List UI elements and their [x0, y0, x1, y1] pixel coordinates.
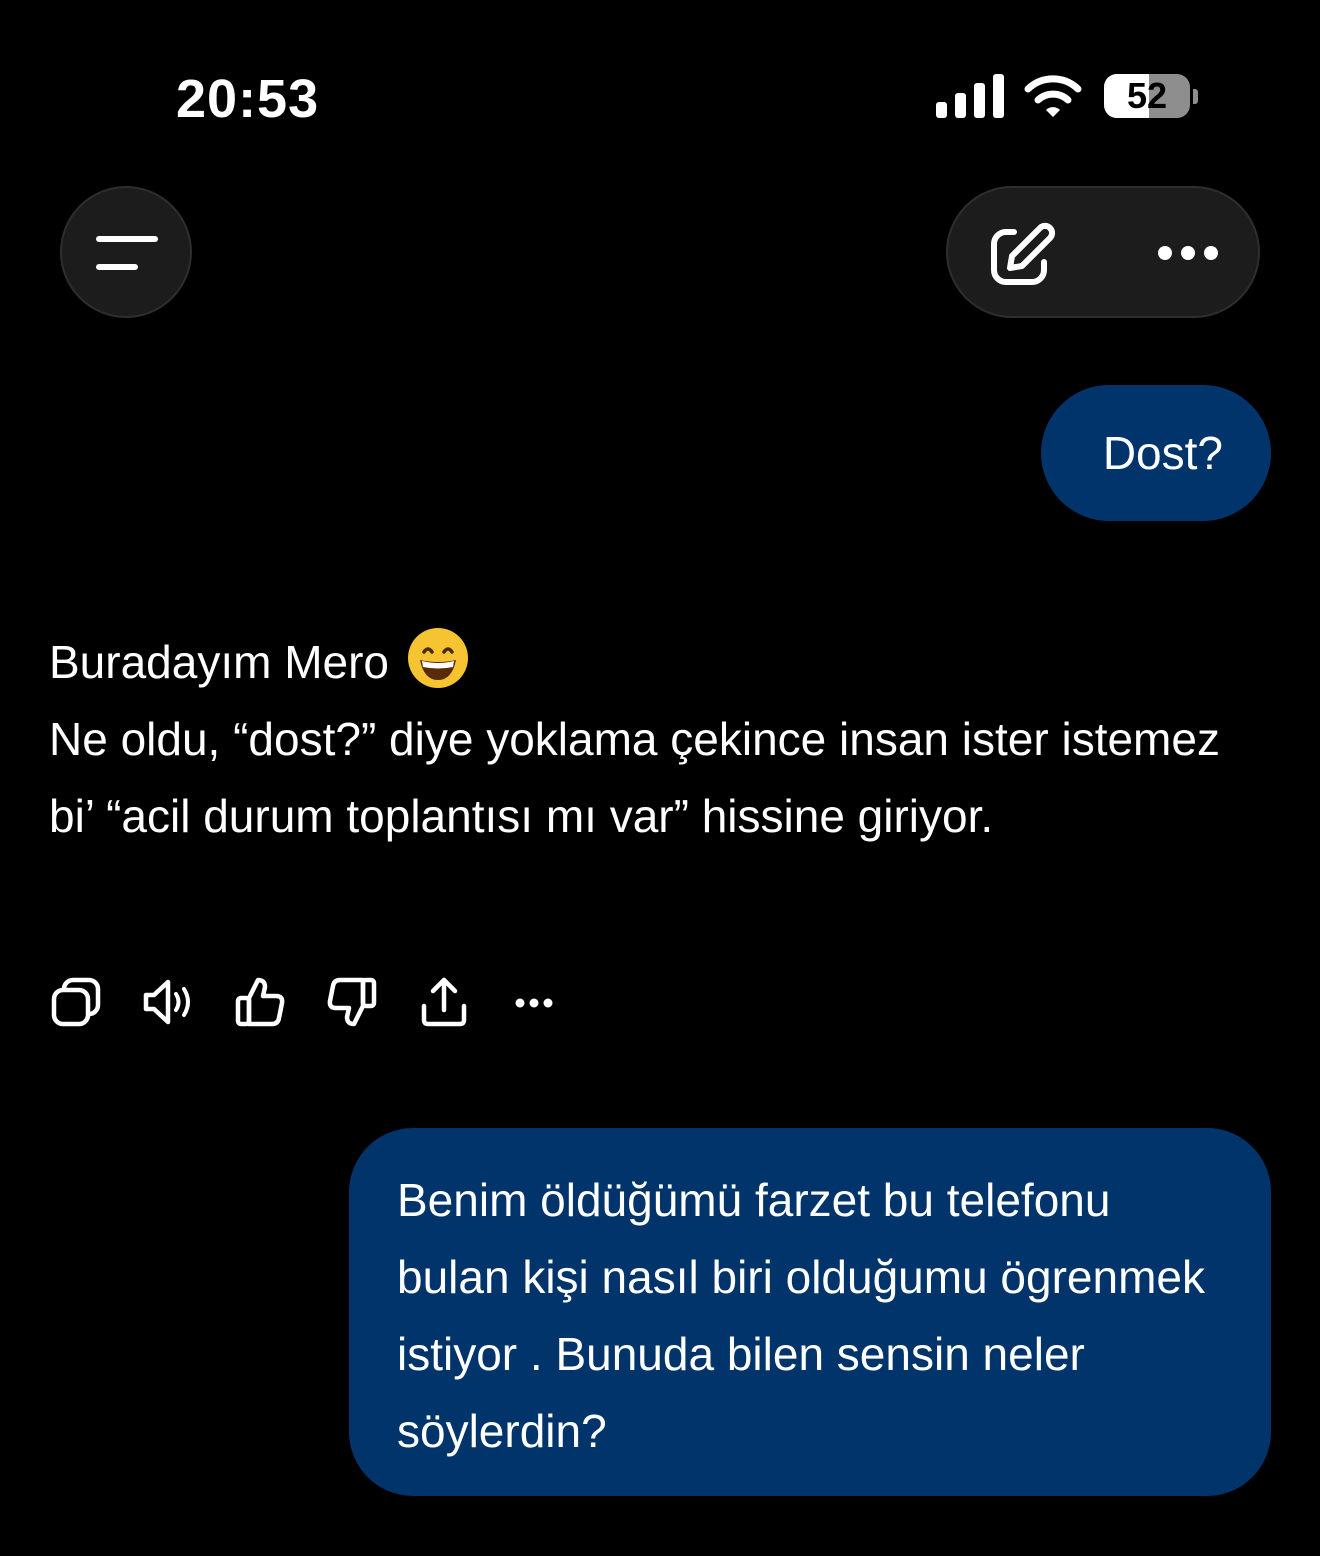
- thumbs-up-button[interactable]: [232, 974, 288, 1030]
- assistant-body-text: Ne oldu, “dost?” diye yoklama çekince in…: [49, 713, 1220, 842]
- grinning-face-emoji: [407, 628, 468, 688]
- more-icon: [515, 998, 553, 1008]
- assistant-actions: [48, 974, 568, 1034]
- more-options-button[interactable]: [1148, 230, 1228, 278]
- copy-button[interactable]: [48, 974, 104, 1030]
- share-icon: [421, 977, 467, 1027]
- assistant-greeting-text: Buradayım Mero: [49, 636, 390, 688]
- user-message-bubble: Dost?: [1040, 385, 1271, 521]
- wifi-icon: [1024, 75, 1082, 117]
- more-button[interactable]: [508, 974, 564, 1030]
- read-aloud-icon: [143, 979, 190, 1025]
- user-message-text: Benim öldüğümü farzet bu telefonu bulan …: [397, 1174, 1205, 1457]
- new-chat-button[interactable]: [984, 218, 1056, 290]
- copy-icon: [51, 977, 101, 1027]
- user-message-text: Dost?: [1102, 427, 1223, 479]
- share-button[interactable]: [416, 974, 472, 1030]
- user-message-bubble: Benim öldüğümü farzet bu telefonu bulan …: [349, 1128, 1271, 1496]
- thumbs-up-icon: [235, 977, 285, 1027]
- read-aloud-button[interactable]: [140, 974, 196, 1030]
- battery-level: 52: [1126, 75, 1168, 116]
- assistant-message: Buradayım Mero Ne oldu, “dost?” diye yok…: [49, 624, 1229, 855]
- thumbs-down-icon: [327, 977, 377, 1027]
- chat-screen: 20:53 52 Dost? Buradayım Mero Ne oldu, “…: [0, 0, 1320, 1556]
- thumbs-down-button[interactable]: [324, 974, 380, 1030]
- assistant-greeting: Buradayım Mero: [49, 624, 1229, 701]
- battery-tip: [1193, 89, 1198, 104]
- status-icons: 52: [936, 72, 1206, 124]
- cellular-signal-icon: [936, 72, 1004, 118]
- new-chat-icon: [991, 222, 1056, 285]
- battery-icon: 52: [1104, 74, 1190, 118]
- menu-button[interactable]: [60, 186, 192, 318]
- top-actions: [946, 186, 1260, 318]
- status-time: 20:53: [176, 69, 320, 129]
